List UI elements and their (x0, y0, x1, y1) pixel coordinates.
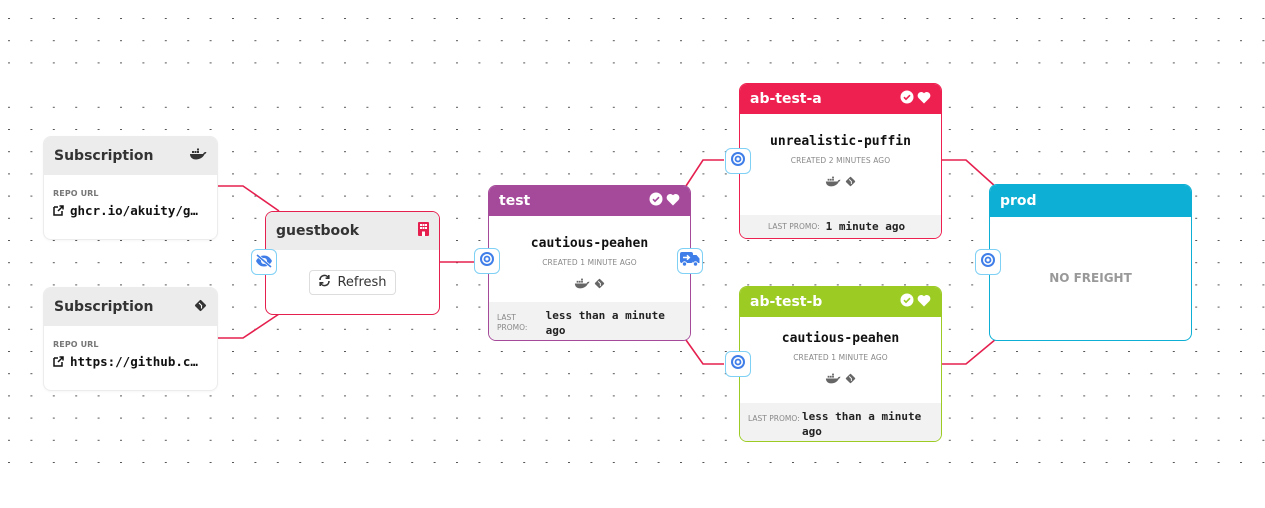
warehouse-node-guestbook[interactable]: guestbook Refresh (251, 211, 440, 315)
target-icon (479, 251, 495, 271)
stage-target-button[interactable] (474, 248, 500, 274)
stage-node-test[interactable]: test cautious-peahen CREATED 1 MINUTE AG… (474, 185, 703, 341)
last-promo-value: less than a minute ago (545, 309, 665, 337)
freight-name[interactable]: cautious-peahen (740, 331, 941, 346)
eye-slash-icon (255, 253, 273, 272)
stage-node-prod[interactable]: prod NO FREIGHT (975, 184, 1192, 341)
subscription-node-git[interactable]: Subscription REPO URL https://github.c… (43, 287, 218, 391)
docker-icon (825, 369, 841, 388)
target-icon (730, 151, 746, 171)
subscription-node-image[interactable]: Subscription REPO URL ghcr.io/akuity/g… (43, 136, 218, 240)
last-promo-value: less than a minute ago (802, 410, 922, 438)
external-link-icon (53, 356, 64, 367)
warehouse-icon (418, 222, 429, 240)
target-icon (730, 354, 746, 374)
warehouse-subscription-toggle[interactable] (251, 249, 277, 275)
repo-url-link[interactable]: https://github.c… (53, 354, 217, 369)
freight-created: CREATED 1 MINUTE AGO (542, 258, 637, 267)
docker-icon (189, 148, 207, 164)
stage-title: ab-test-b (750, 294, 823, 310)
last-promo-value: 1 minute ago (825, 220, 906, 233)
last-promo-label: LAST PROMO: (748, 414, 800, 423)
verified-icon (900, 293, 914, 311)
health-heart-icon (917, 91, 931, 108)
freight-name[interactable]: unrealistic-puffin (740, 134, 941, 149)
freight-created: CREATED 1 MINUTE AGO (793, 353, 888, 362)
docker-icon (825, 172, 841, 191)
pipeline-canvas[interactable]: Subscription REPO URL ghcr.io/akuity/g… … (0, 0, 1265, 508)
git-icon (194, 299, 207, 316)
truck-icon (680, 251, 700, 271)
refresh-label: Refresh (337, 275, 387, 290)
refresh-button[interactable]: Refresh (309, 270, 396, 295)
verified-icon (649, 192, 663, 210)
repo-url-text: ghcr.io/akuity/g… (70, 203, 198, 218)
docker-icon (574, 274, 590, 293)
git-icon (845, 172, 856, 191)
target-icon (980, 252, 996, 272)
stage-title: prod (1000, 193, 1037, 209)
stage-node-ab-test-b[interactable]: ab-test-b cautious-peahen CREATED 1 MINU… (725, 286, 942, 442)
last-promo-label: LAST PROMO: (497, 313, 528, 332)
stage-target-button[interactable] (725, 351, 751, 377)
freight-name[interactable]: cautious-peahen (489, 236, 690, 251)
stage-title: test (499, 193, 531, 209)
promote-downstream-button[interactable] (677, 248, 703, 274)
stage-title: ab-test-a (750, 91, 822, 107)
stage-target-button[interactable] (975, 249, 1001, 275)
stage-target-button[interactable] (725, 148, 751, 174)
subscription-title: Subscription (54, 299, 154, 315)
external-link-icon (53, 205, 64, 216)
repo-url-link[interactable]: ghcr.io/akuity/g… (53, 203, 217, 218)
warehouse-title: guestbook (276, 223, 360, 239)
verified-icon (900, 90, 914, 108)
stage-node-ab-test-a[interactable]: ab-test-a unrealistic-puffin CREATED 2 M… (725, 83, 942, 239)
health-heart-icon (917, 294, 931, 311)
git-icon (594, 274, 605, 293)
repo-url-label: REPO URL (53, 189, 99, 198)
freight-created: CREATED 2 MINUTES AGO (790, 156, 891, 165)
repo-url-text: https://github.c… (70, 354, 198, 369)
repo-url-label: REPO URL (53, 340, 99, 349)
no-freight-label: NO FREIGHT (1049, 271, 1132, 285)
git-icon (845, 369, 856, 388)
subscription-title: Subscription (54, 148, 154, 164)
health-heart-icon (666, 193, 680, 210)
last-promo-label: LAST PROMO: (768, 221, 820, 231)
refresh-icon (318, 274, 331, 291)
